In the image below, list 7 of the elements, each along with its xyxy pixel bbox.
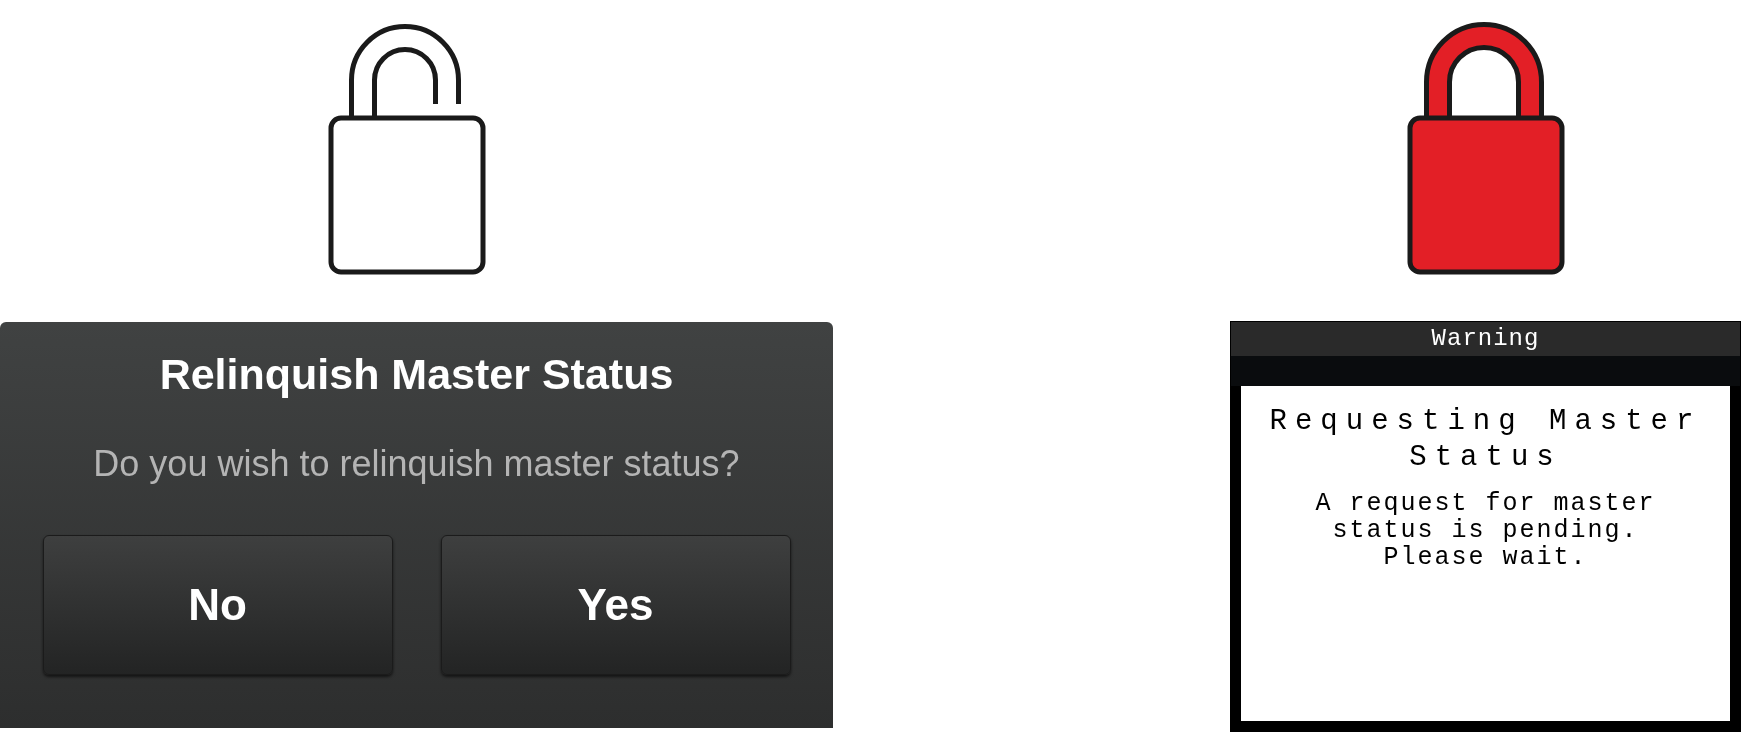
warning-title: Warning — [1231, 322, 1740, 387]
warning-heading: Requesting Master Status — [1268, 404, 1703, 477]
dialog-title: Relinquish Master Status — [159, 350, 674, 399]
warning-message: A request for master status is pending. Please wait. — [1314, 490, 1657, 572]
dialog-message: Do you wish to relinquish master status? — [93, 443, 740, 485]
no-button[interactable]: No — [42, 535, 393, 675]
yes-button[interactable]: Yes — [440, 535, 791, 675]
